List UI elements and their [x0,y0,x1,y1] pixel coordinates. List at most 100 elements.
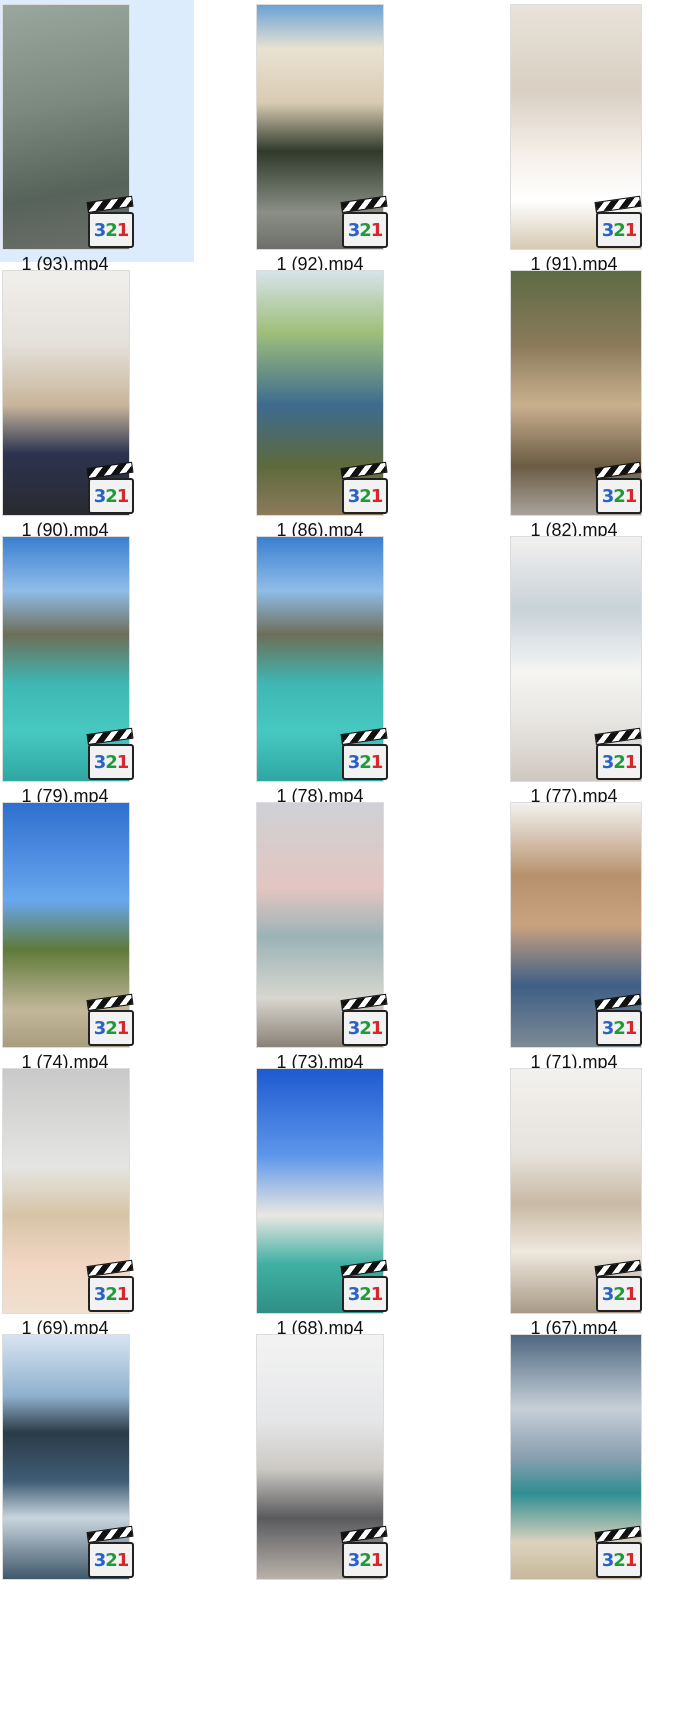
file-item[interactable]: 321 [254,1330,464,1615]
badge-digit: 2 [359,219,371,241]
badge-digit: 1 [116,485,129,507]
badge-digit: 1 [370,485,383,507]
badge-digits: 321 [596,1276,642,1312]
file-item[interactable]: 3211 (74).mp4 [0,798,194,1072]
badge-digit: 2 [613,1549,625,1571]
badge-digit: 3 [93,1017,106,1039]
file-item[interactable]: 3211 (79).mp4 [0,532,194,806]
media-player-321-icon: 321 [594,727,642,780]
badge-digit: 3 [601,219,614,241]
file-item[interactable]: 3211 (92).mp4 [254,0,464,285]
badge-digit: 3 [347,1017,360,1039]
badge-digit: 3 [347,751,360,773]
badge-digit: 3 [93,751,106,773]
file-item[interactable]: 3211 (68).mp4 [254,1064,464,1349]
badge-digit: 1 [624,1549,637,1571]
media-player-321-icon: 321 [594,195,642,248]
file-item[interactable]: 3211 (71).mp4 [508,798,694,1083]
badge-digit: 3 [601,751,614,773]
badge-digit: 1 [370,751,383,773]
badge-digit: 1 [624,1283,637,1305]
file-item[interactable]: 3211 (67).mp4 [508,1064,694,1349]
file-item[interactable]: 3211 (82).mp4 [508,266,694,551]
badge-digit: 1 [370,1549,383,1571]
badge-digit: 1 [370,219,383,241]
media-player-321-icon: 321 [340,461,388,514]
badge-digit: 2 [359,1283,371,1305]
media-player-321-icon: 321 [340,993,388,1046]
file-grid: 3211 (93).mp4 3 2 1 1 (92).mp4 3 2 1 1 (91).mp4 3… [0,0,694,1709]
badge-digit: 2 [105,751,117,773]
badge-digits: 321 [596,1542,642,1578]
badge-digit: 3 [601,1549,614,1571]
badge-digit: 2 [105,1017,117,1039]
file-item[interactable]: 3211 (78).mp4 [254,532,464,817]
badge-digit: 3 [601,1017,614,1039]
media-player-321-icon: 321 [340,1525,388,1578]
badge-digit: 3 [93,1549,106,1571]
badge-digit: 3 [93,1283,106,1305]
badge-digit: 1 [624,1017,637,1039]
media-player-321-icon: 321 [594,993,642,1046]
badge-digit: 3 [93,219,106,241]
media-player-321-icon: 321 [340,1259,388,1312]
media-player-321-icon: 321 [86,1259,134,1312]
badge-digits: 321 [342,1010,388,1046]
badge-digit: 2 [105,219,117,241]
file-item[interactable]: 3211 (77).mp4 [508,532,694,817]
badge-digit: 2 [105,1549,117,1571]
media-player-321-icon: 321 [86,993,134,1046]
media-player-321-icon: 321 [594,1259,642,1312]
badge-digits: 321 [88,744,134,780]
badge-digits: 321 [342,744,388,780]
file-item[interactable]: 3211 (86).mp4 [254,266,464,551]
file-item[interactable]: 3211 (73).mp4 [254,798,464,1083]
badge-digit: 1 [116,1549,129,1571]
badge-digit: 2 [105,485,117,507]
badge-digit: 3 [601,485,614,507]
media-player-321-icon: 321 [86,727,134,780]
badge-digit: 1 [370,1017,383,1039]
badge-digits: 321 [596,478,642,514]
badge-digit: 2 [359,1017,371,1039]
badge-digit: 1 [624,485,637,507]
file-item[interactable]: 3211 (69).mp4 [0,1064,194,1338]
media-player-321-icon: 321 [340,195,388,248]
badge-digits: 321 [342,212,388,248]
file-item[interactable]: 3211 (93).mp4 [0,0,194,274]
badge-digit: 1 [624,751,637,773]
file-item[interactable]: 321 [0,1330,194,1592]
badge-digit: 3 [347,219,360,241]
media-player-321-icon: 321 [86,1525,134,1578]
media-player-321-icon: 321 [594,1525,642,1578]
media-player-321-icon: 321 [594,461,642,514]
badge-digit: 2 [613,1283,625,1305]
badge-digit: 3 [347,1549,360,1571]
media-player-321-icon: 321 [86,461,134,514]
badge-digit: 3 [347,1283,360,1305]
badge-digits: 321 [88,1010,134,1046]
badge-digits: 321 [342,1542,388,1578]
media-player-321-icon: 321 [86,195,134,248]
badge-digits: 321 [88,1542,134,1578]
badge-digits: 321 [88,212,134,248]
badge-digit: 1 [116,751,129,773]
badge-digit: 1 [624,219,637,241]
file-item[interactable]: 3211 (90).mp4 [0,266,194,540]
badge-digit: 1 [370,1283,383,1305]
file-item[interactable]: 321 [508,1330,694,1615]
badge-digit: 2 [359,751,371,773]
badge-digits: 321 [596,744,642,780]
badge-digits: 321 [88,478,134,514]
badge-digits: 321 [596,1010,642,1046]
badge-digits: 321 [342,478,388,514]
file-item[interactable]: 3211 (91).mp4 [508,0,694,285]
badge-digit: 3 [93,485,106,507]
badge-digit: 2 [613,485,625,507]
badge-digit: 2 [359,485,371,507]
badge-digit: 2 [613,751,625,773]
badge-digit: 1 [116,1017,129,1039]
badge-digit: 2 [359,1549,371,1571]
badge-digit: 2 [613,219,625,241]
badge-digit: 1 [116,219,129,241]
